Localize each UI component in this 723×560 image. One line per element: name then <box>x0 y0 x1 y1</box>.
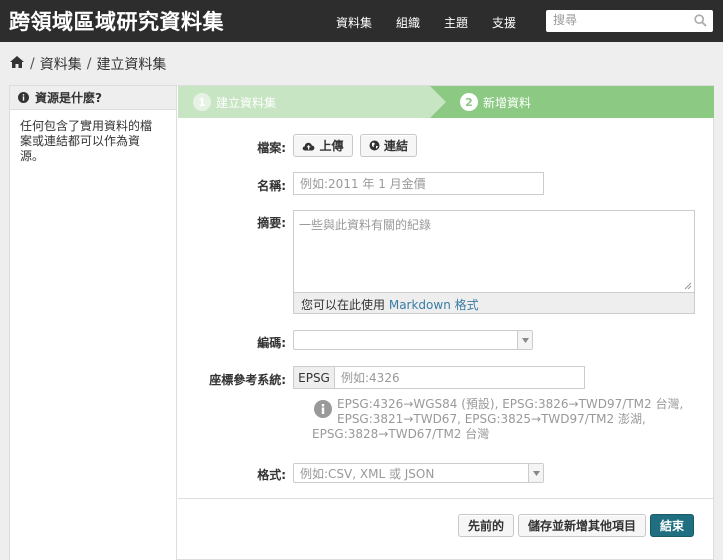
previous-button[interactable]: 先前的 <box>458 514 514 537</box>
upload-button-label: 上傳 <box>319 139 344 153</box>
globe-icon <box>369 140 380 151</box>
finish-button[interactable]: 結束 <box>650 514 694 537</box>
search-input[interactable] <box>546 10 686 30</box>
sidebar-body: 任何包含了實用資料的檔 案或連結都可以作為資 源。 <box>10 110 176 173</box>
info-icon <box>18 92 29 103</box>
stage-add-data: 2 新增資料 <box>430 86 714 118</box>
crs-help-text: EPSG:3821→TWD67, EPSG:3825→TWD97/TM2 澎湖, <box>337 412 646 426</box>
sidebar-text-line: 任何包含了實用資料的檔 <box>20 119 153 133</box>
upload-button[interactable]: 上傳 <box>293 134 353 157</box>
breadcrumb: / 資料集 / 建立資料集 <box>9 54 166 74</box>
breadcrumb-datasets[interactable]: 資料集 <box>40 54 82 74</box>
file-label: 檔案: <box>257 141 286 155</box>
nav-item-about[interactable]: 支援 <box>492 14 516 31</box>
masthead: 跨領域區域研究資料集 資料集 組織 主題 支援 <box>0 0 723 42</box>
breadcrumb-current[interactable]: 建立資料集 <box>96 54 166 74</box>
resize-handle-icon[interactable] <box>684 282 692 290</box>
site-title[interactable]: 跨領域區域研究資料集 <box>9 6 224 36</box>
chevron-down-icon[interactable] <box>528 464 543 482</box>
encoding-select[interactable] <box>293 330 533 350</box>
sidebar-text-line: 源。 <box>20 149 45 163</box>
stage-arrow <box>430 86 446 118</box>
stage-label: 建立資料集 <box>216 95 277 110</box>
breadcrumb-separator: / <box>86 56 92 72</box>
nav-item-organizations[interactable]: 組織 <box>396 14 420 31</box>
save-and-add-button[interactable]: 儲存並新增其他項目 <box>518 514 646 537</box>
markdown-hint: 您可以在此使用 Markdown 格式 <box>293 293 695 314</box>
format-select[interactable]: 例如:CSV, XML 或 JSON <box>293 463 544 483</box>
link-button-label: 連結 <box>383 139 408 153</box>
name-label: 名稱: <box>257 179 286 193</box>
breadcrumb-separator: / <box>30 56 35 72</box>
sidebar: 資源是什麽? 任何包含了實用資料的檔 案或連結都可以作為資 源。 <box>10 86 177 560</box>
sidebar-heading-text: 資源是什麽? <box>35 91 102 105</box>
name-input[interactable]: 例如:2011 年 1 月金價 <box>293 172 544 195</box>
crs-prefix: EPSG <box>293 366 335 389</box>
markdown-link[interactable]: Markdown 格式 <box>389 298 479 312</box>
home-icon[interactable] <box>9 55 25 73</box>
stage-number: 1 <box>193 93 211 111</box>
link-button[interactable]: 連結 <box>360 134 417 157</box>
search-icon[interactable] <box>694 14 707 30</box>
format-placeholder: 例如:CSV, XML 或 JSON <box>300 466 435 481</box>
stage-label: 新增資料 <box>483 95 532 110</box>
encoding-label: 編碼: <box>257 336 286 350</box>
markdown-hint-text: 您可以在此使用 <box>301 298 386 312</box>
search-box <box>546 10 713 32</box>
crs-label: 座標參考系統: <box>209 373 286 387</box>
description-textarea[interactable]: 一些與此資料有關的紀錄 <box>293 210 695 293</box>
crs-help-text: EPSG:3828→TWD67/TM2 台灣 <box>312 427 490 441</box>
stage-progress: 1 建立資料集 2 新增資料 <box>178 86 714 118</box>
crs-input[interactable]: 例如:4326 <box>334 366 585 389</box>
format-label: 格式: <box>257 468 286 482</box>
info-circle-icon <box>314 400 332 418</box>
nav-item-groups[interactable]: 主題 <box>444 14 468 31</box>
description-placeholder: 一些與此資料有關的紀錄 <box>299 218 432 232</box>
cloud-upload-icon <box>303 142 315 150</box>
stage-create-dataset[interactable]: 1 建立資料集 <box>178 86 446 118</box>
main-panel: 資源是什麽? 任何包含了實用資料的檔 案或連結都可以作為資 源。 1 建立資料集… <box>9 85 714 560</box>
nav-item-datasets[interactable]: 資料集 <box>336 14 372 31</box>
sidebar-heading: 資源是什麽? <box>10 86 176 110</box>
chevron-down-icon[interactable] <box>517 331 532 349</box>
sidebar-text-line: 案或連結都可以作為資 <box>20 134 141 148</box>
divider <box>178 498 714 499</box>
crs-help-text: EPSG:4326→WGS84 (預設), EPSG:3826→TWD97/TM… <box>337 397 684 411</box>
description-label: 摘要: <box>257 216 286 230</box>
stage-number: 2 <box>460 93 478 111</box>
main-nav: 資料集 組織 主題 支援 <box>336 14 540 31</box>
